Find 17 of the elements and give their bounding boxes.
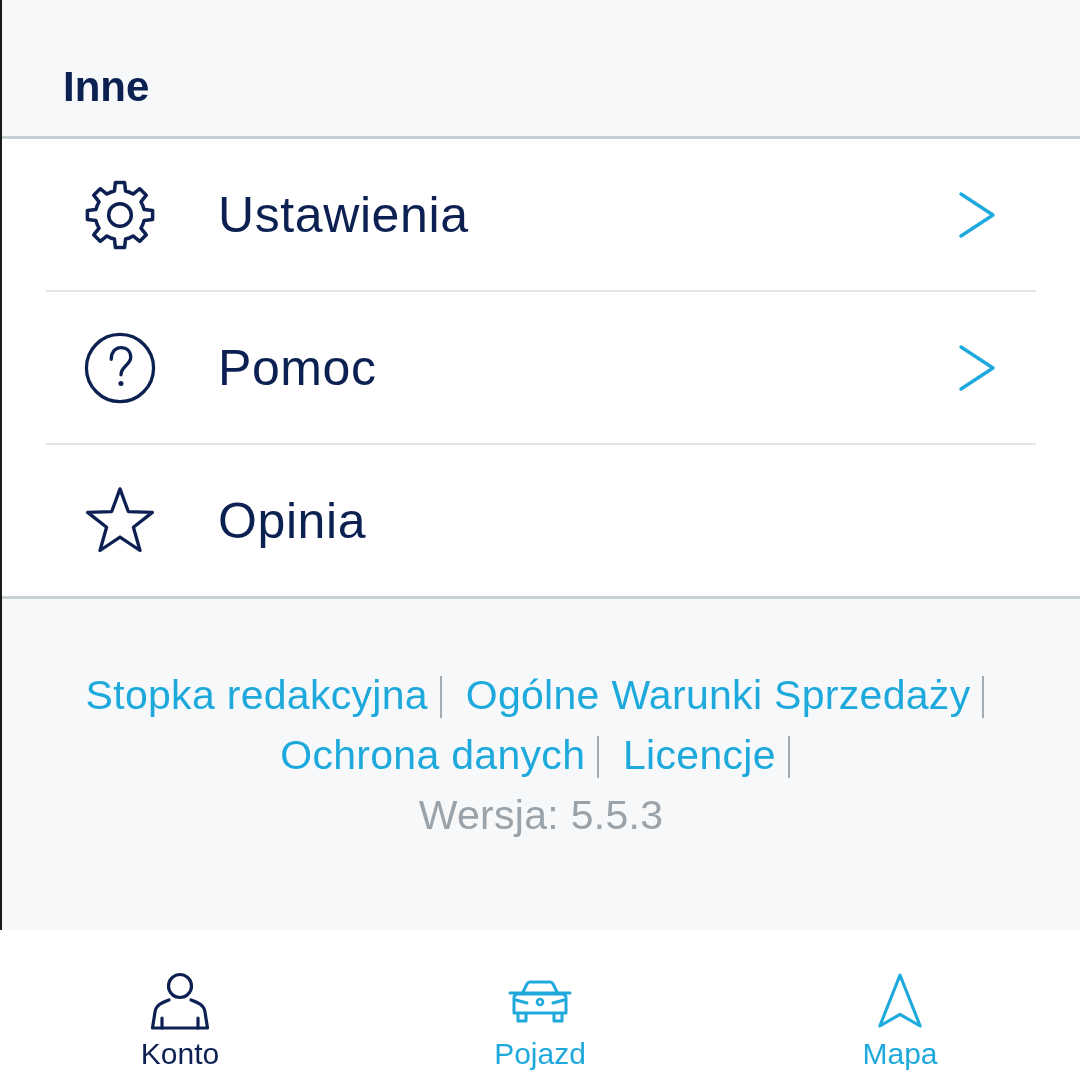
nav-tab[interactable]: Mapa (856, 930, 944, 1088)
nav-tab[interactable]: Konto (134, 930, 226, 1088)
person-icon (148, 972, 212, 1030)
footer-link[interactable]: Ogólne Warunki Sprzedaży (465, 672, 971, 718)
car-icon (508, 980, 572, 1024)
section-title: Inne (63, 63, 150, 110)
nav-tab[interactable]: Pojazd (488, 930, 592, 1088)
version-text: Wersja: 5.5.3 (417, 791, 665, 840)
menu-item[interactable]: Ustawienia (2, 139, 1080, 290)
footer-link[interactable]: Ochrona danych (280, 732, 586, 778)
footer-link[interactable]: Stopka redakcyjna (85, 672, 428, 718)
footer-link[interactable]: Licencje (622, 732, 776, 778)
navigation-arrow-icon (876, 972, 924, 1030)
settings-icon (84, 178, 156, 251)
help-icon (84, 331, 156, 404)
menu-item[interactable]: Opinia (2, 445, 1080, 596)
menu-item[interactable]: Pomoc (2, 292, 1080, 443)
